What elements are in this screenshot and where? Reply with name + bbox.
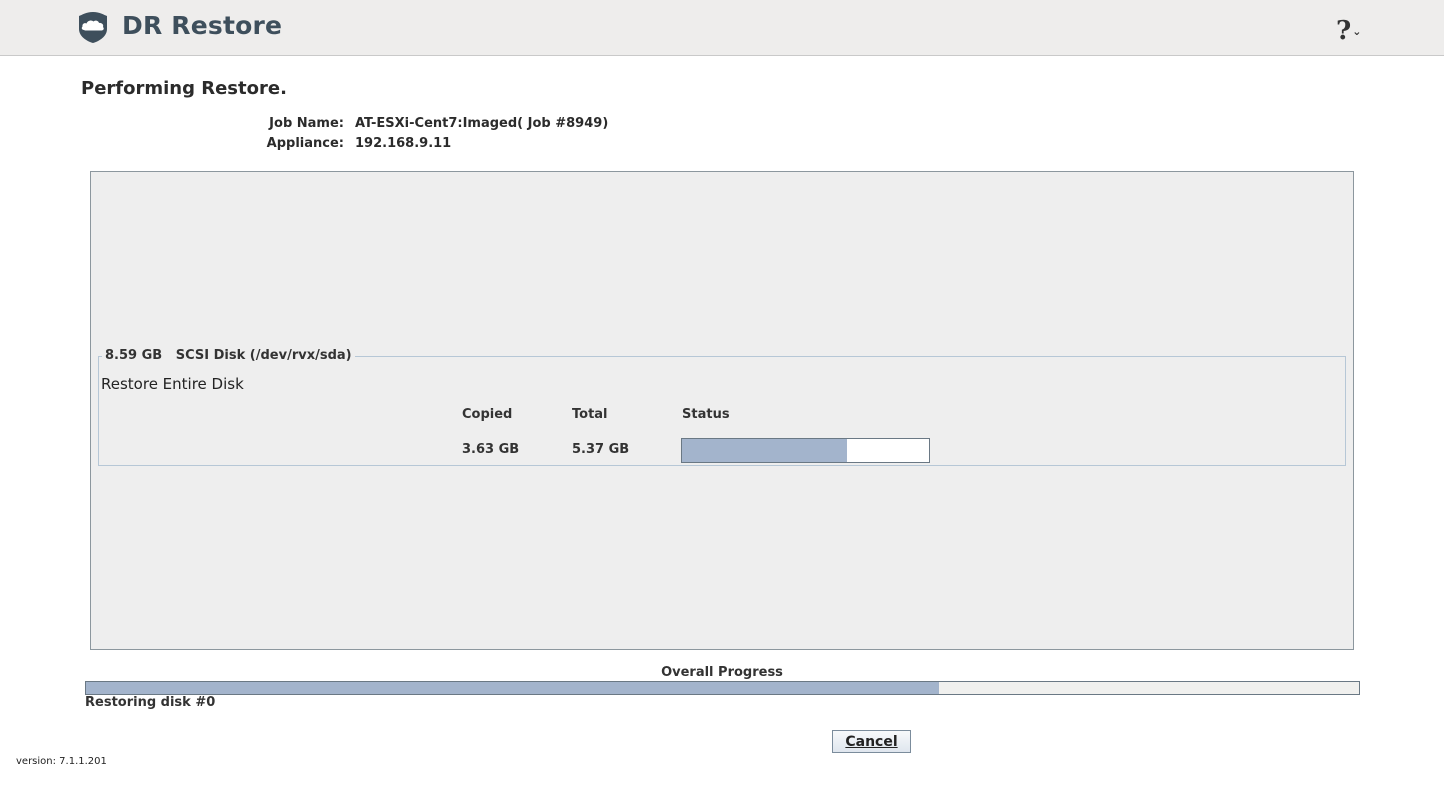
chevron-down-icon: ⌄ xyxy=(1352,25,1362,38)
restore-status-text: Restoring disk #0 xyxy=(85,695,216,710)
overall-progress-fill xyxy=(86,682,939,694)
restore-mode-label: Restore Entire Disk xyxy=(101,375,244,393)
cancel-button[interactable]: Cancel xyxy=(832,730,911,753)
copied-header: Copied xyxy=(462,407,513,422)
help-icon: ? xyxy=(1336,16,1352,46)
cancel-button-label: Cancel xyxy=(845,734,898,750)
disk-list-panel: 8.59 GB SCSI Disk (/dev/rvx/sda) Restore… xyxy=(90,171,1354,650)
appliance-label: Appliance: xyxy=(266,136,344,151)
top-bar: DR Restore ?⌄ xyxy=(0,0,1444,56)
total-value: 5.37 GB xyxy=(572,442,630,457)
status-header: Status xyxy=(682,407,730,422)
disk-progress-bar xyxy=(681,438,930,463)
version-label: version: 7.1.1.201 xyxy=(16,756,107,767)
disk-progress-fill xyxy=(682,439,848,462)
job-name-value: AT-ESXi-Cent7:Imaged( Job #8949) xyxy=(355,116,609,131)
help-menu-button[interactable]: ?⌄ xyxy=(1336,16,1362,46)
job-name-label: Job Name: xyxy=(269,116,344,131)
overall-progress-bar xyxy=(85,681,1360,695)
appliance-value: 192.168.9.11 xyxy=(355,136,452,151)
disk-legend: 8.59 GB SCSI Disk (/dev/rvx/sda) xyxy=(102,348,355,363)
disk-group: 8.59 GB SCSI Disk (/dev/rvx/sda) Restore… xyxy=(98,348,1346,466)
total-header: Total xyxy=(572,407,608,422)
app-title: DR Restore xyxy=(122,11,283,40)
overall-progress-label: Overall Progress xyxy=(661,665,783,680)
copied-value: 3.63 GB xyxy=(462,442,520,457)
page-title: Performing Restore. xyxy=(81,78,287,99)
cloud-shield-logo-icon xyxy=(79,12,107,43)
